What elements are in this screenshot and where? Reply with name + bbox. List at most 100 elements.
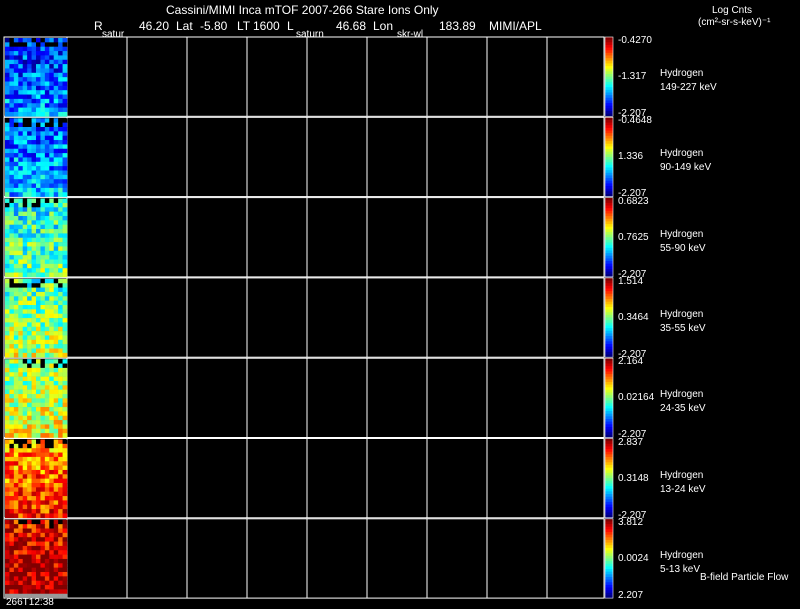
energy-label: 90-149 keV — [660, 162, 712, 174]
heatmap-cell — [49, 55, 55, 61]
heatmap-cell — [40, 335, 46, 341]
heatmap-cell — [58, 589, 63, 595]
heatmap-cell — [36, 187, 41, 193]
heatmap-cell — [53, 524, 59, 529]
heatmap-cell — [62, 589, 68, 595]
heatmap-cell — [44, 398, 50, 403]
heatmap-cell — [9, 296, 15, 301]
heatmap-cell — [53, 229, 59, 234]
heatmap-cell — [18, 259, 24, 265]
heatmap-cell — [40, 352, 46, 358]
heatmap-cell — [53, 461, 59, 466]
heatmap-cell — [27, 220, 32, 225]
heatmap-cell — [44, 38, 50, 43]
heatmap-cell — [9, 272, 15, 278]
heatmap-cell — [40, 589, 46, 595]
heatmap-cell — [13, 532, 19, 538]
colorbar-segment — [605, 371, 613, 375]
heatmap-cell — [18, 211, 24, 217]
heatmap-cell — [58, 537, 63, 542]
heatmap-cell — [40, 77, 46, 82]
heatmap-cell — [13, 433, 19, 438]
heatmap-cell — [22, 263, 28, 269]
heatmap-cell — [31, 170, 37, 176]
colorbar-segment — [605, 480, 613, 484]
heatmap-cell — [31, 402, 37, 408]
heatmap-cell — [13, 504, 19, 510]
heatmap-cell — [58, 550, 63, 555]
colorbar-segment — [605, 202, 613, 206]
heatmap-cell — [9, 283, 15, 288]
heatmap-cell — [40, 198, 46, 204]
heatmap-cell — [31, 491, 37, 497]
heatmap-cell — [31, 509, 37, 514]
heatmap-cell — [36, 537, 41, 542]
heatmap-cell — [22, 224, 28, 230]
heatmap-cell — [62, 46, 68, 52]
colorbar-segment — [605, 122, 613, 126]
heatmap-cell — [13, 187, 19, 193]
heatmap-cell — [44, 122, 50, 128]
heatmap-cell — [44, 385, 50, 390]
heatmap-cell — [18, 153, 24, 158]
heatmap-cell — [53, 263, 59, 269]
colorbar-segment — [605, 197, 613, 201]
heatmap-cell — [53, 394, 59, 399]
heatmap-cell — [27, 278, 32, 284]
heatmap-cell — [44, 513, 50, 519]
heatmap-cell — [27, 233, 32, 239]
heatmap-cell — [58, 452, 63, 458]
heatmap-cell — [31, 474, 37, 479]
heatmap-cell — [40, 424, 46, 430]
heatmap-cell — [36, 563, 41, 568]
heatmap-cell — [44, 111, 50, 117]
heatmap-cell — [9, 465, 15, 471]
heatmap-cell — [62, 161, 68, 167]
heatmap-cell — [9, 407, 15, 412]
heatmap-cell — [5, 157, 10, 163]
heatmap-cell — [22, 211, 28, 217]
heatmap-cell — [22, 278, 28, 284]
colorbar-max-label: 0.6823 — [618, 195, 649, 207]
heatmap-cell — [40, 385, 46, 390]
heatmap-cell — [9, 42, 15, 47]
heatmap-cell — [27, 487, 32, 492]
heatmap-cell — [22, 103, 28, 108]
colorbar-segment — [605, 306, 613, 311]
heatmap-cell — [36, 94, 41, 100]
heatmap-cell — [62, 68, 68, 74]
colorbar-segment — [605, 494, 613, 498]
heatmap-cell — [27, 456, 32, 462]
heatmap-cell — [44, 59, 50, 65]
heatmap-cell — [44, 166, 50, 171]
heatmap-cell — [44, 287, 50, 293]
heatmap-cell — [31, 229, 37, 234]
heatmap-cell — [49, 500, 55, 506]
heatmap-cell — [9, 305, 15, 310]
heatmap-cell — [40, 122, 46, 128]
heatmap-cell — [40, 572, 46, 577]
heatmap-cell — [27, 90, 32, 95]
heatmap-cell — [31, 237, 37, 243]
colorbar-segment — [605, 475, 613, 479]
heatmap-cell — [13, 580, 19, 586]
colorbar-segment — [605, 66, 613, 70]
heatmap-cell — [53, 98, 59, 104]
heatmap-cell — [44, 103, 50, 108]
heatmap-cell — [18, 491, 24, 497]
heatmap-cell — [62, 174, 68, 180]
heatmap-cell — [58, 207, 63, 212]
heatmap-cell — [49, 420, 55, 425]
heatmap-cell — [44, 118, 50, 123]
heatmap-cell — [13, 296, 19, 301]
heatmap-cell — [40, 183, 46, 189]
heatmap-cell — [31, 487, 37, 492]
heatmap-cell — [5, 127, 10, 132]
heatmap-cell — [53, 237, 59, 243]
energy-label: 35-55 keV — [660, 322, 706, 334]
heatmap-cell — [18, 359, 24, 364]
lat-label: Lat — [176, 19, 193, 33]
heatmap-cell — [53, 216, 59, 221]
heatmap-cell — [27, 246, 32, 252]
heatmap-cell — [58, 448, 63, 453]
